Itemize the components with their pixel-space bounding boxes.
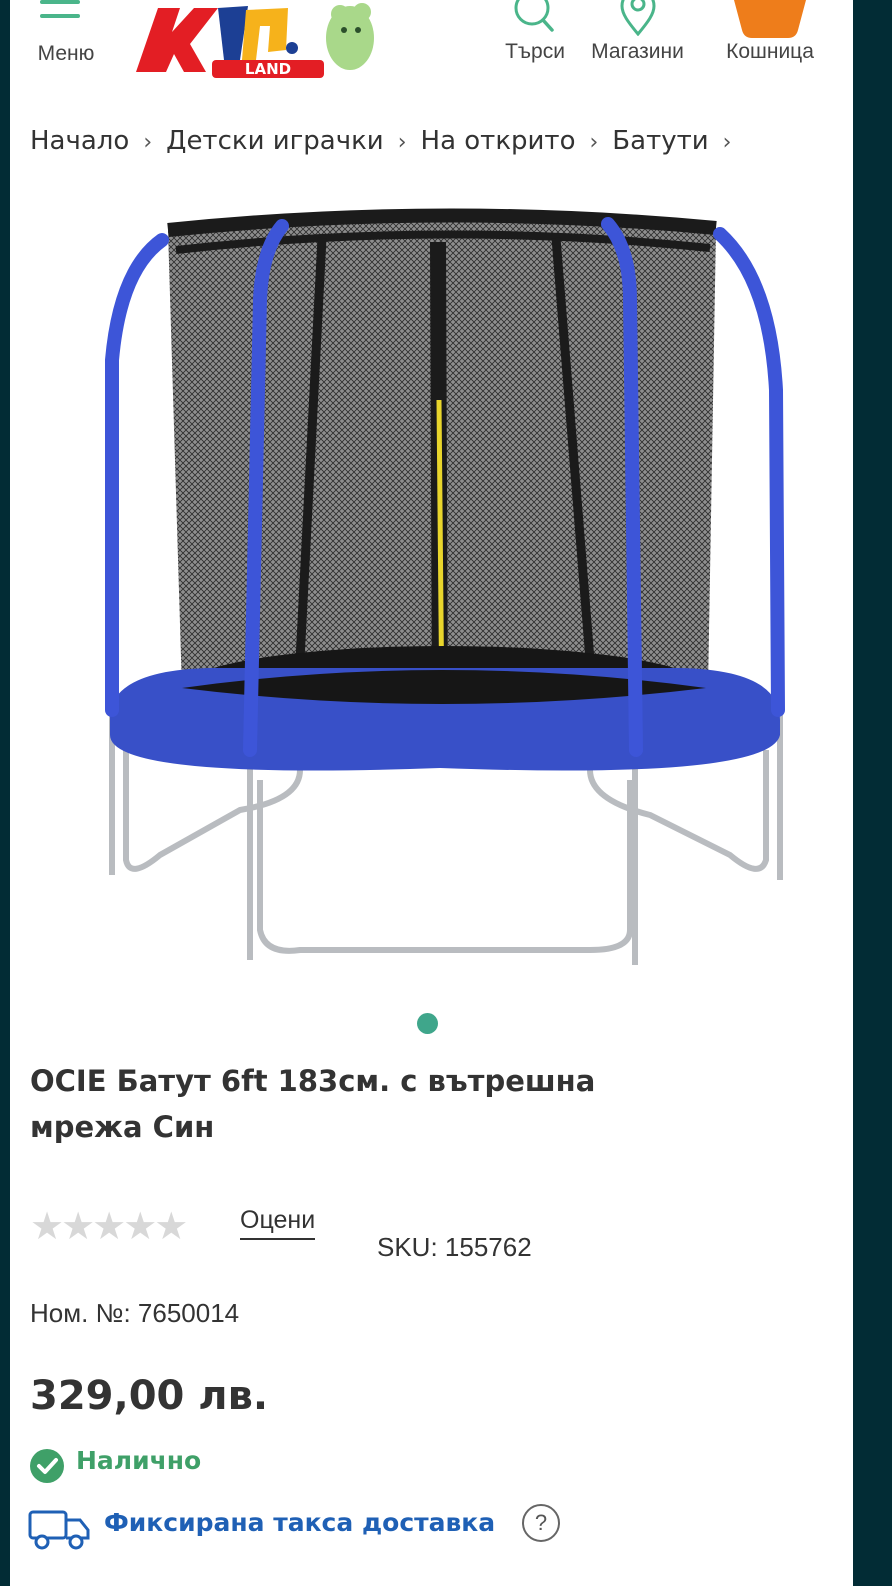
delivery-info[interactable]: Фиксирана такса доставка ?: [28, 1504, 588, 1552]
product-page: Меню LAND Търси Магазини Кошница Начало …: [10, 0, 853, 1586]
star-icon: ★★★★★: [30, 1204, 188, 1248]
check-circle-icon: [30, 1449, 64, 1483]
location-pin-icon: [619, 0, 656, 36]
breadcrumb-item-toys[interactable]: Детски играчки: [166, 126, 384, 156]
search-icon: [514, 0, 554, 32]
search-label: Търси: [505, 40, 565, 63]
chevron-right-icon: ›: [143, 130, 153, 155]
side-bar: [853, 0, 892, 1586]
breadcrumb: Начало › Детски играчки › На открито › Батути ›: [30, 126, 745, 166]
hamburger-icon: [40, 0, 80, 24]
site-header: Меню LAND Търси Магазини Кошница: [10, 0, 853, 100]
cart-label: Кошница: [726, 40, 814, 63]
cart-basket-icon: [734, 0, 806, 38]
chevron-right-icon: ›: [722, 130, 732, 155]
product-title: OCIE Батут 6ft 183см. с вътрешна мрежа С…: [30, 1064, 596, 1144]
delivery-truck-icon: [28, 1510, 90, 1550]
site-logo[interactable]: LAND: [128, 0, 378, 82]
chevron-right-icon: ›: [589, 130, 599, 155]
breadcrumb-item-outdoor[interactable]: На открито: [421, 126, 576, 156]
rate-link[interactable]: Оцени: [240, 1206, 316, 1240]
sku-text: SKU: 155762: [377, 1232, 532, 1262]
delivery-text: Фиксирана такса доставка: [104, 1508, 496, 1537]
carousel-dot[interactable]: [417, 1013, 438, 1034]
availability-text: Налично: [76, 1446, 202, 1475]
stores-link[interactable]: Магазини: [580, 0, 695, 80]
item-number: Ном. №: 7650014: [30, 1298, 240, 1328]
breadcrumb-item-home[interactable]: Начало: [30, 126, 129, 156]
breadcrumb-item-trampolines[interactable]: Батути: [612, 126, 708, 156]
help-icon[interactable]: ?: [522, 1504, 560, 1542]
menu-button[interactable]: Меню: [30, 0, 100, 80]
rating-stars: ★★★★★: [30, 1204, 188, 1248]
stores-label: Магазини: [591, 40, 684, 63]
cart-link[interactable]: Кошница: [710, 0, 830, 80]
product-price: 329,00 лв.: [30, 1373, 269, 1419]
chevron-right-icon: ›: [397, 130, 407, 155]
product-image[interactable]: [90, 190, 790, 980]
menu-label: Меню: [37, 42, 95, 65]
svg-text:LAND: LAND: [245, 60, 291, 78]
search-link[interactable]: Търси: [495, 0, 575, 80]
